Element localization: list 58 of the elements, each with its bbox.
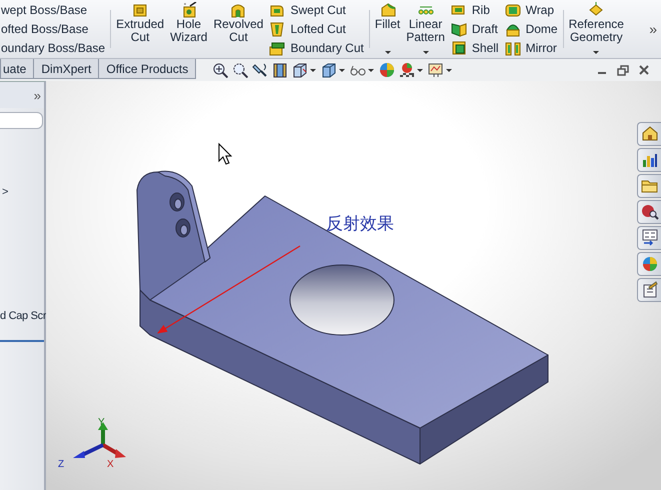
cube-icon[interactable]: [321, 62, 338, 78]
ribbon-button[interactable]: Hole Wizard: [167, 0, 210, 58]
ribbon-button[interactable]: Rib: [448, 0, 502, 20]
caret-icon[interactable]: [338, 68, 346, 72]
annotation-text: 反射效果: [326, 214, 394, 233]
ribbon-button[interactable]: oundary Boss/Base: [0, 38, 108, 58]
ribbon-button[interactable]: Fillet: [372, 0, 404, 58]
ribbon-button[interactable]: Boundary Cut: [266, 38, 367, 58]
caret-icon[interactable]: [445, 68, 454, 72]
tab[interactable]: Office Products: [98, 59, 196, 79]
magnifier-icon[interactable]: [212, 62, 228, 78]
form-icon[interactable]: [640, 229, 658, 247]
ribbon-button[interactable]: Swept Cut: [266, 0, 367, 20]
arch-icon: [230, 2, 246, 18]
pointer-icon: [218, 142, 232, 165]
tree-item[interactable]: d Cap Scr: [0, 310, 44, 322]
tray-icon: [269, 40, 286, 56]
house-icon[interactable]: [640, 125, 658, 143]
caret-icon[interactable]: [309, 68, 318, 72]
z-axis-arrow: [73, 443, 104, 458]
tab[interactable]: DimXpert: [33, 59, 100, 79]
clipboard-icon[interactable]: [640, 281, 658, 299]
cube-icon[interactable]: [292, 62, 308, 78]
tab[interactable]: uate: [0, 59, 34, 79]
expand-arrow[interactable]: >: [2, 186, 8, 198]
ribbon-button[interactable]: Extruded Cut: [113, 0, 168, 58]
monitor-icon[interactable]: [428, 62, 444, 78]
ribbon-button[interactable]: Shell: [448, 38, 502, 58]
expand-button[interactable]: »: [34, 88, 41, 102]
ribbon-button[interactable]: Reference Geometry: [566, 0, 627, 58]
ribbon-button[interactable]: Wrap: [502, 0, 561, 20]
ribbon-button[interactable]: Revolved Cut: [210, 0, 266, 58]
caret-icon[interactable]: [416, 68, 424, 72]
magnifier-icon[interactable]: [232, 62, 248, 78]
ribbon-button[interactable]: Linear Pattern: [403, 0, 448, 58]
filter-field[interactable]: [0, 112, 43, 129]
y-axis-label: Y: [98, 417, 105, 428]
x-axis-label: X: [107, 459, 114, 470]
ribbon-button[interactable]: Draft: [448, 19, 502, 39]
drill-icon: [180, 2, 197, 18]
ribbon-button[interactable]: Dome: [502, 19, 561, 39]
section-icon[interactable]: [272, 62, 288, 78]
z-axis-label: Z: [58, 459, 64, 470]
ribbon-button[interactable]: ofted Boss/Base: [0, 19, 108, 39]
color-ball-icon[interactable]: [379, 62, 396, 78]
color-ball-icon[interactable]: [640, 255, 658, 273]
bar-chart-icon[interactable]: [640, 151, 658, 169]
caret-icon[interactable]: [367, 68, 376, 72]
magnifier-icon[interactable]: [640, 203, 658, 221]
color-ball-icon[interactable]: [399, 62, 416, 78]
ribbon-button[interactable]: wept Boss/Base: [0, 0, 108, 20]
ribbon-button[interactable]: Mirror: [502, 38, 561, 58]
overflow-button[interactable]: »: [649, 21, 657, 37]
restore-icon[interactable]: [617, 64, 629, 76]
x-axis-arrow: [102, 443, 126, 458]
plane-icon: [588, 2, 604, 18]
ribbon-button[interactable]: Lofted Cut: [266, 19, 367, 39]
close-icon[interactable]: [639, 65, 649, 75]
